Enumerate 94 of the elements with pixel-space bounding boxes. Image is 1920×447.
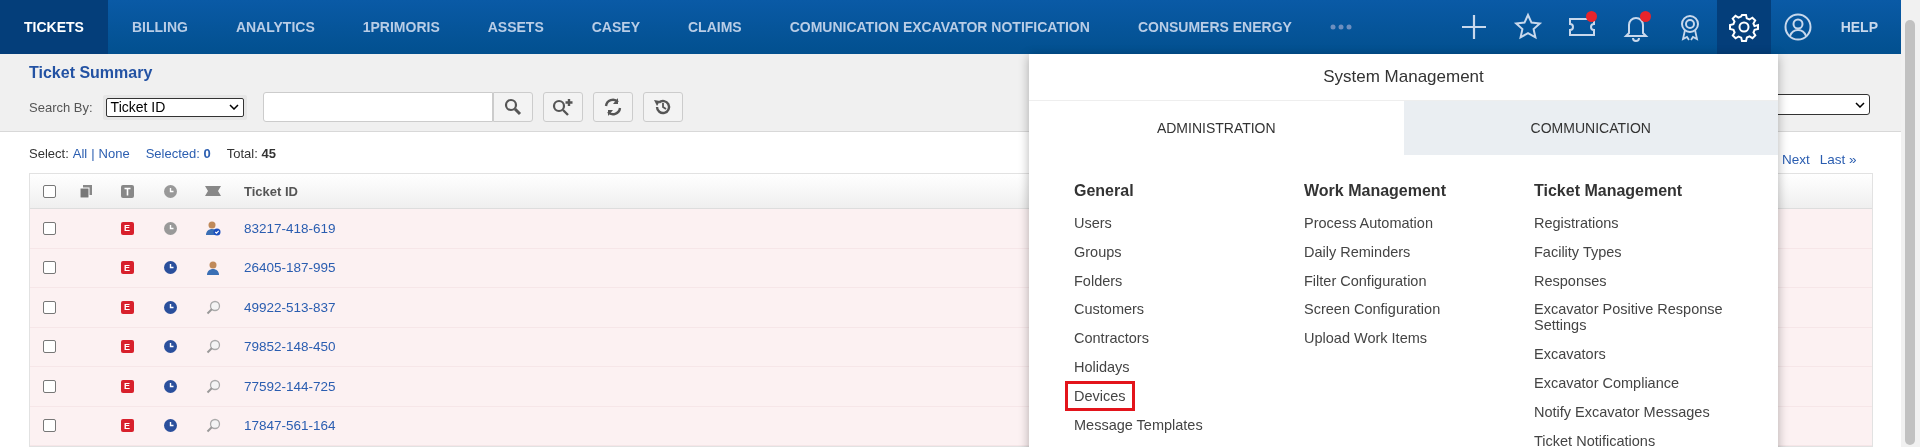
user-icon [205,259,221,276]
nav-tab[interactable]: ANALYTICS [211,0,339,54]
ticket-id-link[interactable]: 83217-418-619 [244,220,336,236]
ticket-id-link[interactable]: 77592-144-725 [244,378,336,394]
magnifier-icon [205,299,221,315]
menu-tab[interactable]: COMMUNICATION [1403,101,1778,155]
nav-tab[interactable]: CASEY [567,0,664,54]
history-icon [652,98,673,116]
menu-title: System Management [1323,67,1484,87]
refresh-icon [602,98,623,116]
menu-item[interactable]: Daily Reminders [1304,239,1504,264]
nav-tab[interactable]: COMUNICATION EXCAVATOR NOTIFICATION [765,0,1114,54]
tag-icon [205,186,221,196]
menu-item[interactable]: Notify Excavator Messages [1534,399,1734,424]
total-count: Total: 45 [226,146,276,161]
column-header: Ticket ID [244,183,298,199]
caret-icon [1855,101,1865,108]
menu-section-heading: Work Management [1304,182,1446,200]
toolbar-button[interactable] [1716,0,1771,54]
type-badge: E [120,419,134,433]
menu-section-heading: General [1074,182,1134,200]
ticket-id-link[interactable]: 26405-187-995 [244,260,336,276]
star-icon [1513,13,1542,41]
menu-item[interactable]: Devices [1068,383,1132,408]
menu-item[interactable]: Folders [1074,268,1274,293]
row-checkbox[interactable] [42,379,56,393]
clock-icon [163,184,177,198]
copy-icon [80,184,92,198]
history-button[interactable] [642,92,683,122]
type-badge: E [120,300,134,314]
caret-icon [228,104,239,110]
selected-count: Selected: 0 [145,146,211,161]
nav-tab[interactable]: 1PRIMORIS [338,0,464,54]
menu-item[interactable]: Excavator Compliance [1534,371,1734,395]
select-none-link[interactable]: None [98,146,130,161]
type-badge: E [120,261,134,275]
user-icon [1783,13,1812,41]
nav-tab[interactable]: BILLING [107,0,212,54]
row-checkbox[interactable] [42,419,56,433]
pagination-link[interactable]: Next [1782,152,1810,167]
type-badge: E [120,221,134,235]
select-label: Select: [29,146,69,161]
search-by-dropdown[interactable]: Ticket ID [105,97,244,117]
refresh-button[interactable] [592,92,633,122]
menu-item[interactable]: Users [1074,211,1274,235]
page-title: Ticket Summary [29,63,153,82]
ticket-id-link[interactable]: 79852-148-450 [244,339,336,355]
select-all-link[interactable]: All [72,146,88,161]
magnifier-icon [205,378,221,394]
row-checkbox[interactable] [42,340,56,354]
menu-section-heading: Ticket Management [1534,182,1683,200]
plus-icon [1459,13,1488,41]
menu-item[interactable]: Filter Configuration [1304,268,1504,293]
ticket-id-link[interactable]: 49922-513-837 [244,299,336,315]
ticket-id-link[interactable]: 17847-561-164 [244,418,336,434]
menu-item[interactable]: Registrations [1534,211,1734,235]
search-by-label: Search By: [29,99,93,115]
menu-item[interactable]: Contractors [1074,326,1274,351]
menu-item[interactable]: Process Automation [1304,211,1504,235]
row-checkbox[interactable] [42,221,56,235]
separator: | [91,146,95,161]
menu-item[interactable]: Groups [1074,239,1274,264]
menu-item[interactable]: Message Templates [1074,412,1274,437]
menu-item[interactable]: Excavators [1534,342,1734,367]
row-checkbox[interactable] [42,300,56,314]
scrollbar[interactable] [1901,0,1920,447]
nav-tab[interactable]: CLAIMS [664,0,766,54]
nav-tab[interactable]: TICKETS [0,0,108,54]
settings-icon [1729,13,1758,41]
zoom-in-icon [551,98,574,116]
menu-item[interactable]: Excavator Positive Response Settings [1534,297,1734,338]
search-button[interactable] [492,92,533,122]
menu-item[interactable]: Ticket Notifications [1534,428,1734,447]
help-link[interactable]: HELP [1840,0,1878,54]
type-badge: E [120,379,134,393]
menu-item[interactable]: Customers [1074,297,1274,322]
nav-tab[interactable]: ASSETS [463,0,568,54]
pagination-link[interactable]: Last » [1819,152,1857,167]
menu-item[interactable]: Holidays [1074,355,1274,379]
magnifier-icon [205,339,221,355]
menu-item[interactable]: Upload Work Items [1304,326,1504,351]
nav-tab[interactable]: CONSUMERS ENERGY [1113,0,1316,54]
menu-item[interactable]: Screen Configuration [1304,297,1504,322]
select-all-checkbox[interactable] [42,184,56,198]
magnifier-icon [205,418,221,434]
advanced-search-button[interactable] [542,92,583,122]
search-field[interactable] [262,92,493,122]
row-checkbox[interactable] [42,261,56,275]
type-icon [120,184,134,198]
menu-item[interactable]: Facility Types [1534,239,1734,264]
user-check-icon [205,220,221,237]
type-badge: E [120,340,134,354]
search-icon [503,98,522,116]
menu-item[interactable]: Responses [1534,268,1734,293]
